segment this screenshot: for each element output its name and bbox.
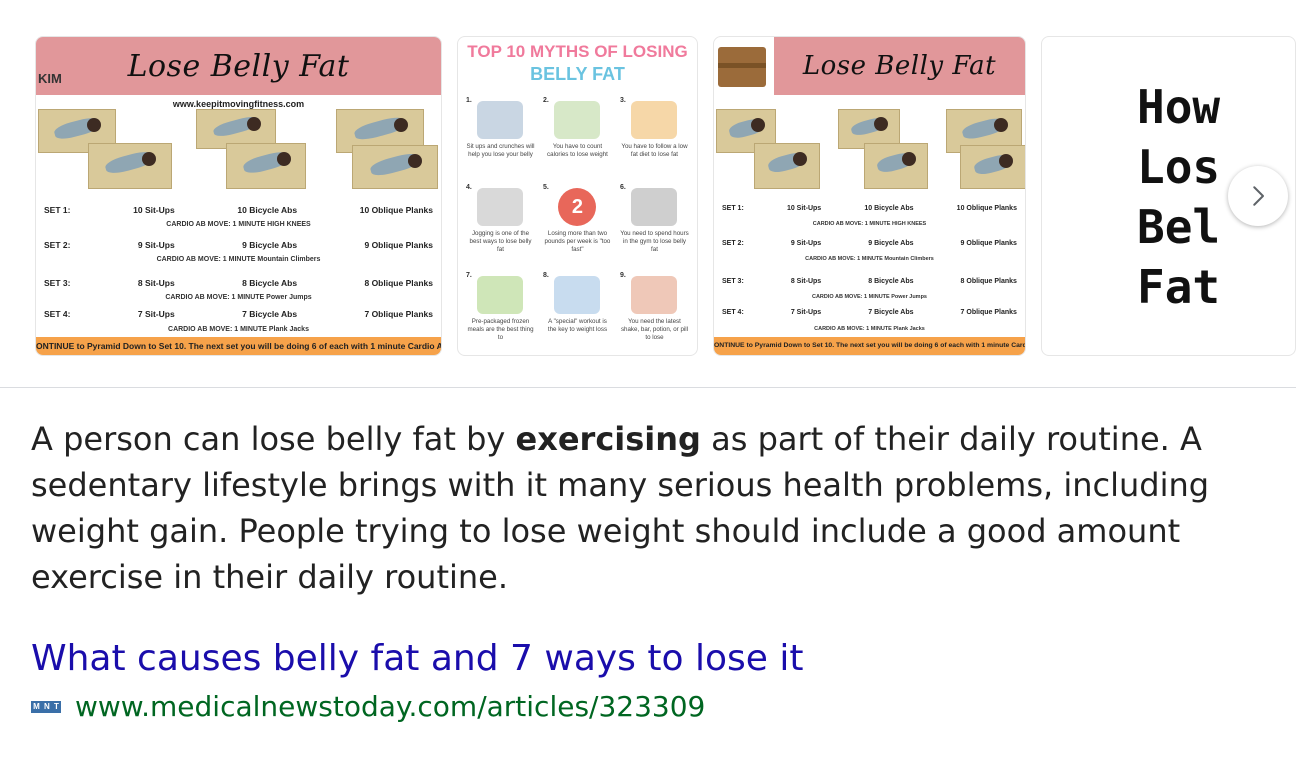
cardio-move: CARDIO AB MOVE: 1 MINUTE Power Jumps	[165, 294, 312, 301]
set-row: SET 4: 7 Sit-Ups 7 Bicycle Abs 7 Oblique Pl…	[722, 309, 1017, 316]
footer-bar: ONTINUE to Pyramid Down to Set 10. The n…	[714, 337, 1025, 355]
carousel-image-1[interactable]: Lose Belly Fat KIM www.keepitmovingfitne…	[35, 36, 442, 356]
exercise-photo	[864, 143, 928, 189]
banner-title: Lose Belly Fat	[802, 51, 997, 81]
myths-title-line-1: TOP 10 MYTHS OF LOSING	[467, 42, 688, 61]
snippet-bold-term: exercising	[515, 420, 701, 458]
myth-illustration	[477, 188, 524, 227]
myth-cell: 4. Jogging is one of the best ways to los…	[462, 180, 539, 267]
footer-bar: ONTINUE to Pyramid Down to Set 10. The n…	[36, 337, 441, 355]
exercise-photo	[754, 143, 820, 189]
cardio-move: CARDIO AB MOVE: 1 MINUTE HIGH KNEES	[812, 221, 927, 227]
kim-logo: KIM	[38, 71, 62, 86]
myth-cell: 9. You need the latest shake, bar, potion…	[616, 268, 693, 355]
result-title-link[interactable]: What causes belly fat and 7 ways to lose…	[31, 638, 803, 679]
cardio-move: CARDIO AB MOVE: 1 MINUTE Mountain Climbe…	[805, 256, 934, 262]
set-row: SET 2: 9 Sit-Ups 9 Bicycle Abs 9 Oblique Pl…	[722, 240, 1017, 247]
set-row: SET 1: 10 Sit-Ups 10 Bicycle Abs 10 Oblique…	[722, 205, 1017, 212]
result-url[interactable]: www.medicalnewstoday.com/articles/323309	[75, 690, 705, 723]
image-site-url: www.keepitmovingfitness.com	[172, 99, 305, 109]
exercise-photo	[226, 143, 306, 189]
set-row: SET 2: 9 Sit-Ups 9 Bicycle Abs 9 Oblique Pl…	[44, 240, 433, 250]
cardio-move: CARDIO AB MOVE: 1 MINUTE Plank Jacks	[814, 326, 925, 332]
set-row: SET 1: 10 Sit-Ups 10 Bicycle Abs 10 Oblique…	[44, 205, 433, 215]
two-lbs-badge: 2	[571, 195, 584, 218]
how-line: Los	[1137, 140, 1221, 194]
myth-cell: 5. 2 Losing more than two pounds per week …	[539, 180, 616, 267]
myth-number: 8.	[542, 271, 549, 279]
cardio-move: CARDIO AB MOVE: 1 MINUTE Power Jumps	[811, 294, 927, 300]
myth-number: 7.	[466, 271, 472, 279]
myth-cell: 3. You have to follow a low fat diet to l…	[616, 93, 693, 180]
myth-caption: You need to spend hours in the gym to lo…	[620, 230, 689, 254]
image-banner: Lose Belly Fat	[774, 37, 1025, 95]
exercise-photo	[88, 143, 172, 189]
carousel-image-3[interactable]: Lose Belly Fat SET 1: 10 Sit-Ups 10 Bicycl…	[713, 36, 1026, 356]
myth-cell: 8. A "special" workout is the key to weig…	[539, 268, 616, 355]
how-line: Fat	[1137, 260, 1221, 314]
carousel-image-2[interactable]: TOP 10 MYTHS OF LOSING BELLY FAT 1. Sit u…	[457, 36, 698, 356]
myth-cell: 2. You have to count calories to lose wei…	[539, 93, 616, 180]
myths-grid: 1. Sit ups and crunches will help you los…	[462, 93, 693, 355]
set-row: SET 3: 8 Sit-Ups 8 Bicycle Abs 8 Oblique Pl…	[44, 278, 433, 288]
myth-illustration	[631, 275, 678, 314]
myth-caption: You have to follow a low fat diet to los…	[621, 143, 688, 158]
myth-illustration	[554, 275, 601, 314]
set-row: SET 3: 8 Sit-Ups 8 Bicycle Abs 8 Oblique Pl…	[722, 278, 1017, 285]
myth-caption: Sit ups and crunches will help you lose …	[466, 143, 535, 158]
myth-caption: You need the latest shake, bar, potion, …	[620, 317, 689, 341]
exercise-photo	[960, 145, 1025, 189]
set-row: SET 4: 7 Sit-Ups 7 Bicycle Abs 7 Oblique Pl…	[44, 309, 433, 319]
myth-illustration	[477, 101, 524, 139]
myth-caption: Losing more than two pounds per week is …	[544, 230, 611, 254]
myth-illustration	[554, 101, 601, 139]
myth-number: 5.	[542, 184, 549, 192]
chevron-right-icon	[1253, 186, 1264, 206]
myth-number: 4.	[466, 184, 472, 192]
myth-illustration	[631, 188, 678, 227]
box-icon	[718, 47, 766, 87]
myth-number: 9.	[619, 271, 626, 279]
myth-number: 2.	[542, 97, 549, 104]
myth-illustration: 2	[558, 188, 597, 227]
myth-caption: Pre-packaged frozen meals are the best t…	[467, 317, 534, 341]
image-banner: Lose Belly Fat	[36, 37, 441, 95]
snippet-text-before: A person can lose belly fat by	[31, 420, 516, 458]
how-line: Bel	[1137, 200, 1221, 254]
myths-title: TOP 10 MYTHS OF LOSING BELLY FAT	[458, 41, 697, 85]
featured-snippet-text: A person can lose belly fat by exercisin…	[31, 416, 1231, 600]
myth-illustration	[477, 275, 524, 314]
cardio-move: CARDIO AB MOVE: 1 MINUTE Mountain Climbe…	[156, 256, 321, 263]
myths-title-line-2: BELLY FAT	[530, 64, 625, 84]
myth-number: 6.	[619, 184, 626, 192]
myth-caption: You have to count calories to lose weigh…	[547, 143, 608, 158]
cardio-move: CARDIO AB MOVE: 1 MINUTE Plank Jacks	[168, 326, 309, 333]
result-source: MNT www.medicalnewstoday.com/articles/32…	[31, 690, 705, 723]
banner-title: Lose Belly Fat	[127, 48, 350, 84]
image-carousel: Lose Belly Fat KIM www.keepitmovingfitne…	[0, 0, 1296, 388]
cardio-move: CARDIO AB MOVE: 1 MINUTE HIGH KNEES	[166, 221, 311, 228]
mnt-favicon-icon: MNT	[31, 700, 61, 713]
exercise-photo	[352, 145, 438, 189]
how-to-lose-text: How Los Bel Fat	[1137, 77, 1220, 317]
carousel-next-button[interactable]	[1228, 166, 1288, 226]
myth-caption: A "special" workout is the key to weight…	[547, 317, 608, 333]
myth-cell: 1. Sit ups and crunches will help you los…	[462, 93, 539, 180]
myth-cell: 7. Pre-packaged frozen meals are the best…	[462, 268, 539, 355]
myth-number: 3.	[619, 97, 626, 104]
myth-illustration	[631, 101, 678, 139]
myth-cell: 6. You need to spend hours in the gym to …	[616, 180, 693, 267]
myth-caption: Jogging is one of the best ways to lose …	[469, 230, 532, 254]
myth-number: 1.	[466, 97, 472, 104]
how-line: How	[1137, 80, 1221, 134]
